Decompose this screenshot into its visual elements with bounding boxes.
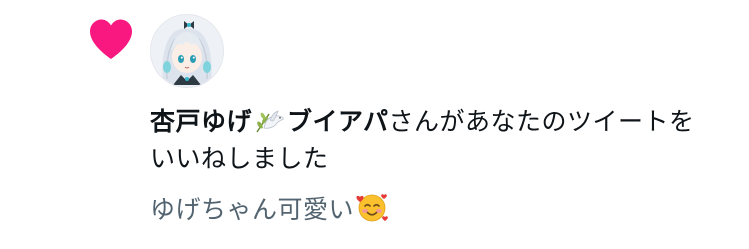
dove-olive-branch-emoji	[256, 110, 284, 133]
liked-tweet-preview[interactable]: ゆげちゃん可愛い	[150, 190, 389, 228]
avatar[interactable]	[150, 14, 224, 88]
tweet-preview-text: ゆげちゃん可愛い	[150, 195, 355, 224]
smiling-face-with-hearts-emoji	[356, 194, 388, 222]
notification-text: 杏戸ゆげ ブイアパさんがあなたのツイートをいいねしました	[150, 103, 710, 177]
like-notification[interactable]: 杏戸ゆげ ブイアパさんがあなたのツイートをいいねしました ゆげちゃん可愛い	[0, 0, 749, 249]
avatar-image	[151, 15, 223, 87]
heart-icon	[90, 19, 132, 59]
username-text: 杏戸ゆげ	[150, 107, 253, 136]
username[interactable]: 杏戸ゆげ ブイアパ	[150, 107, 389, 136]
username-suffix: ブイアパ	[287, 107, 389, 136]
